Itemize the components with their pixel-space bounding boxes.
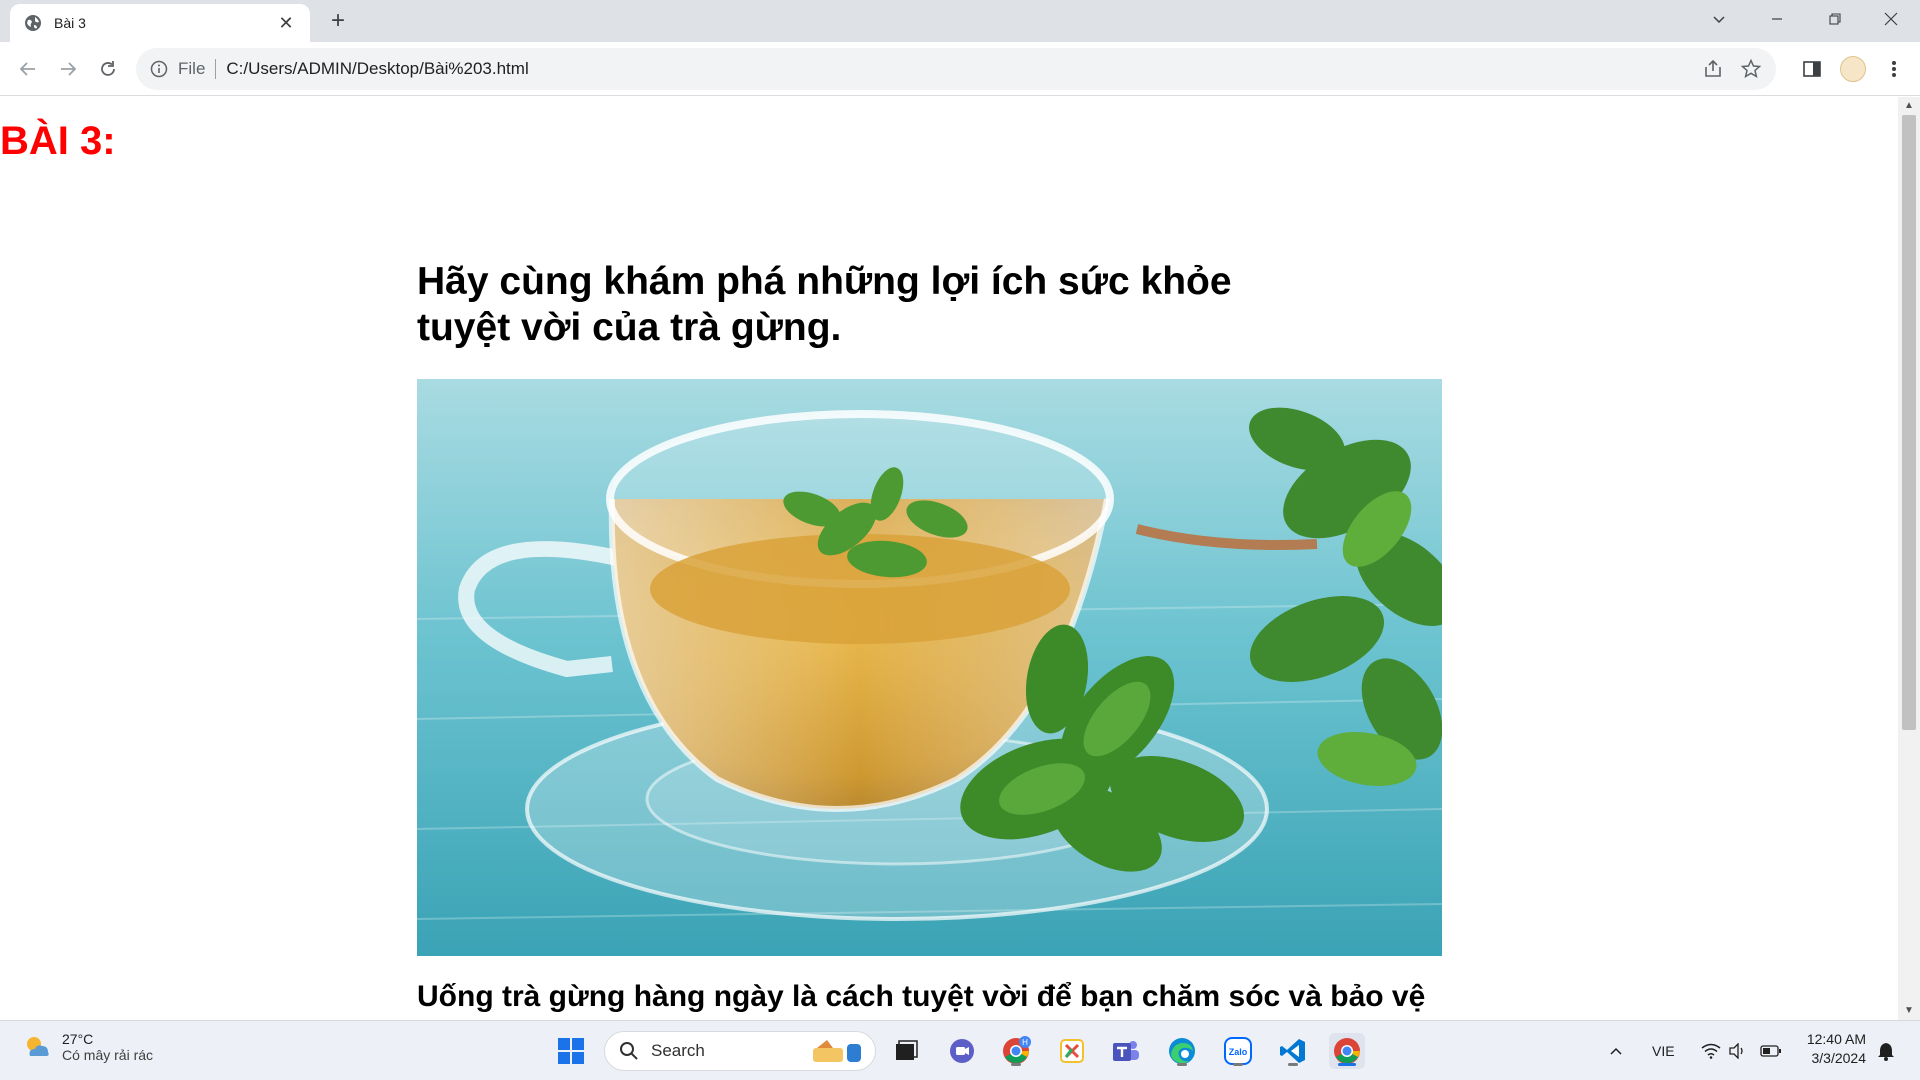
tab-title: Bài 3 bbox=[54, 15, 86, 31]
minimize-icon bbox=[1772, 18, 1782, 20]
side-panel-icon bbox=[1803, 61, 1821, 77]
restore-icon bbox=[1829, 13, 1841, 25]
clock[interactable]: 12:40 AM 3/3/2024 bbox=[1802, 1031, 1866, 1066]
chrome-icon bbox=[1334, 1038, 1360, 1064]
running-indicator bbox=[1233, 1063, 1243, 1066]
windows-icon bbox=[558, 1038, 584, 1064]
svg-text:Zalo: Zalo bbox=[1229, 1047, 1248, 1057]
edge-icon bbox=[1169, 1038, 1195, 1064]
chrome-icon: H bbox=[1003, 1036, 1031, 1064]
globe-icon bbox=[25, 15, 41, 31]
address-url[interactable]: C:/Users/ADMIN/Desktop/Bài%203.html bbox=[226, 59, 528, 79]
share-icon[interactable] bbox=[1702, 58, 1724, 80]
notifications-button[interactable] bbox=[1868, 1033, 1904, 1069]
language-indicator[interactable]: VIE bbox=[1652, 1043, 1675, 1059]
search-icon bbox=[620, 1042, 638, 1060]
back-button[interactable] bbox=[14, 55, 42, 83]
new-tab-button[interactable]: + bbox=[324, 8, 352, 36]
tea-cup-illustration bbox=[417, 379, 1442, 956]
battery-icon bbox=[1760, 1045, 1781, 1057]
tab-search-button[interactable] bbox=[1690, 0, 1748, 38]
page-viewport: BÀI 3: Hãy cùng khám phá những lợi ích s… bbox=[0, 97, 1898, 1020]
taskbar-edge-app[interactable] bbox=[1164, 1033, 1200, 1069]
task-view-icon bbox=[896, 1040, 918, 1060]
tea-cup-image bbox=[417, 379, 1442, 956]
search-label: Search bbox=[651, 1041, 705, 1060]
search-highlight-icon bbox=[813, 1040, 861, 1062]
tray-overflow-button[interactable] bbox=[1598, 1033, 1634, 1069]
browser-tab[interactable]: Bài 3 ✕ bbox=[10, 4, 310, 42]
wifi-icon bbox=[1701, 1043, 1721, 1059]
volume-button[interactable] bbox=[1720, 1033, 1756, 1069]
taskbar-chrome-app[interactable] bbox=[1329, 1033, 1365, 1069]
weather-widget[interactable]: 27°C Có mây rải rác bbox=[22, 1031, 153, 1063]
active-indicator bbox=[1338, 1063, 1356, 1066]
headline-line-1: Hãy cùng khám phá những lợi ích sức khỏe bbox=[417, 260, 1232, 303]
zalo-icon: Zalo bbox=[1224, 1037, 1252, 1065]
more-vertical-icon bbox=[1892, 61, 1896, 77]
side-panel-button[interactable] bbox=[1800, 57, 1824, 81]
speaker-icon bbox=[1729, 1043, 1743, 1059]
address-separator bbox=[215, 59, 217, 79]
weather-cloud-sun-icon bbox=[27, 1037, 49, 1056]
arrow-right-icon bbox=[61, 62, 77, 76]
clock-date: 3/3/2024 bbox=[1811, 1050, 1867, 1066]
taskbar-search[interactable]: Search bbox=[604, 1031, 876, 1071]
running-indicator bbox=[1177, 1063, 1187, 1066]
close-icon bbox=[1884, 12, 1898, 26]
svg-text:H: H bbox=[1022, 1038, 1028, 1047]
close-tab-icon[interactable]: ✕ bbox=[276, 13, 296, 34]
bookmark-star-icon[interactable] bbox=[1740, 58, 1762, 80]
restore-button[interactable] bbox=[1806, 0, 1864, 38]
taskbar: 27°C Có mây rải rác Search H Zalo VIE 12… bbox=[0, 1020, 1920, 1080]
taskbar-chrome-profile[interactable]: H bbox=[998, 1033, 1034, 1069]
minimize-button[interactable] bbox=[1748, 0, 1806, 38]
chevron-down-icon bbox=[1713, 16, 1725, 24]
headline-line-2: tuyệt vời của trà gừng. bbox=[417, 306, 842, 349]
vertical-scrollbar[interactable]: ▲ ▼ bbox=[1898, 97, 1920, 1020]
address-bar[interactable]: File C:/Users/ADMIN/Desktop/Bài%203.html bbox=[136, 48, 1776, 90]
info-icon[interactable] bbox=[150, 60, 168, 78]
arrow-left-icon bbox=[19, 62, 35, 76]
close-window-button[interactable] bbox=[1862, 0, 1920, 38]
bell-icon bbox=[1878, 1043, 1894, 1061]
page-headline: Hãy cùng khám phá những lợi ích sức khỏe… bbox=[417, 259, 1297, 351]
taskbar-teams-app[interactable] bbox=[1108, 1033, 1144, 1069]
menu-button[interactable] bbox=[1882, 57, 1906, 81]
tool-app-icon bbox=[1060, 1039, 1084, 1063]
taskbar-meet-app[interactable] bbox=[944, 1033, 980, 1069]
chevron-up-icon bbox=[1610, 1047, 1622, 1055]
address-scheme: File bbox=[178, 59, 206, 78]
weather-desc: Có mây rải rác bbox=[62, 1047, 154, 1063]
taskbar-zalo-app[interactable]: Zalo bbox=[1220, 1033, 1256, 1069]
taskbar-vscode-app[interactable] bbox=[1275, 1033, 1311, 1069]
start-button[interactable] bbox=[553, 1033, 589, 1069]
scroll-down-icon[interactable]: ▼ bbox=[1903, 1006, 1915, 1016]
reload-button[interactable] bbox=[94, 55, 122, 83]
forward-button[interactable] bbox=[54, 55, 82, 83]
clock-time: 12:40 AM bbox=[1806, 1031, 1866, 1047]
article-paragraph: Uống trà gừng hàng ngày là cách tuyệt vờ… bbox=[417, 980, 1426, 1013]
weather-temp: 27°C bbox=[62, 1031, 94, 1047]
running-indicator bbox=[1011, 1063, 1021, 1066]
meet-chat-icon bbox=[950, 1039, 974, 1063]
tab-strip: Bài 3 ✕ + bbox=[0, 0, 1920, 42]
task-view-button[interactable] bbox=[888, 1033, 924, 1069]
taskbar-app-tool[interactable] bbox=[1054, 1033, 1090, 1069]
vscode-icon bbox=[1280, 1039, 1305, 1063]
scroll-up-icon[interactable]: ▲ bbox=[1903, 101, 1915, 111]
browser-toolbar: File C:/Users/ADMIN/Desktop/Bài%203.html bbox=[0, 42, 1920, 96]
teams-icon bbox=[1113, 1041, 1139, 1061]
scroll-thumb[interactable] bbox=[1902, 115, 1916, 730]
battery-button[interactable] bbox=[1753, 1033, 1789, 1069]
running-indicator bbox=[1288, 1063, 1298, 1066]
reload-icon bbox=[101, 61, 115, 76]
profile-avatar[interactable] bbox=[1840, 56, 1866, 82]
exercise-label: BÀI 3: bbox=[0, 119, 116, 163]
